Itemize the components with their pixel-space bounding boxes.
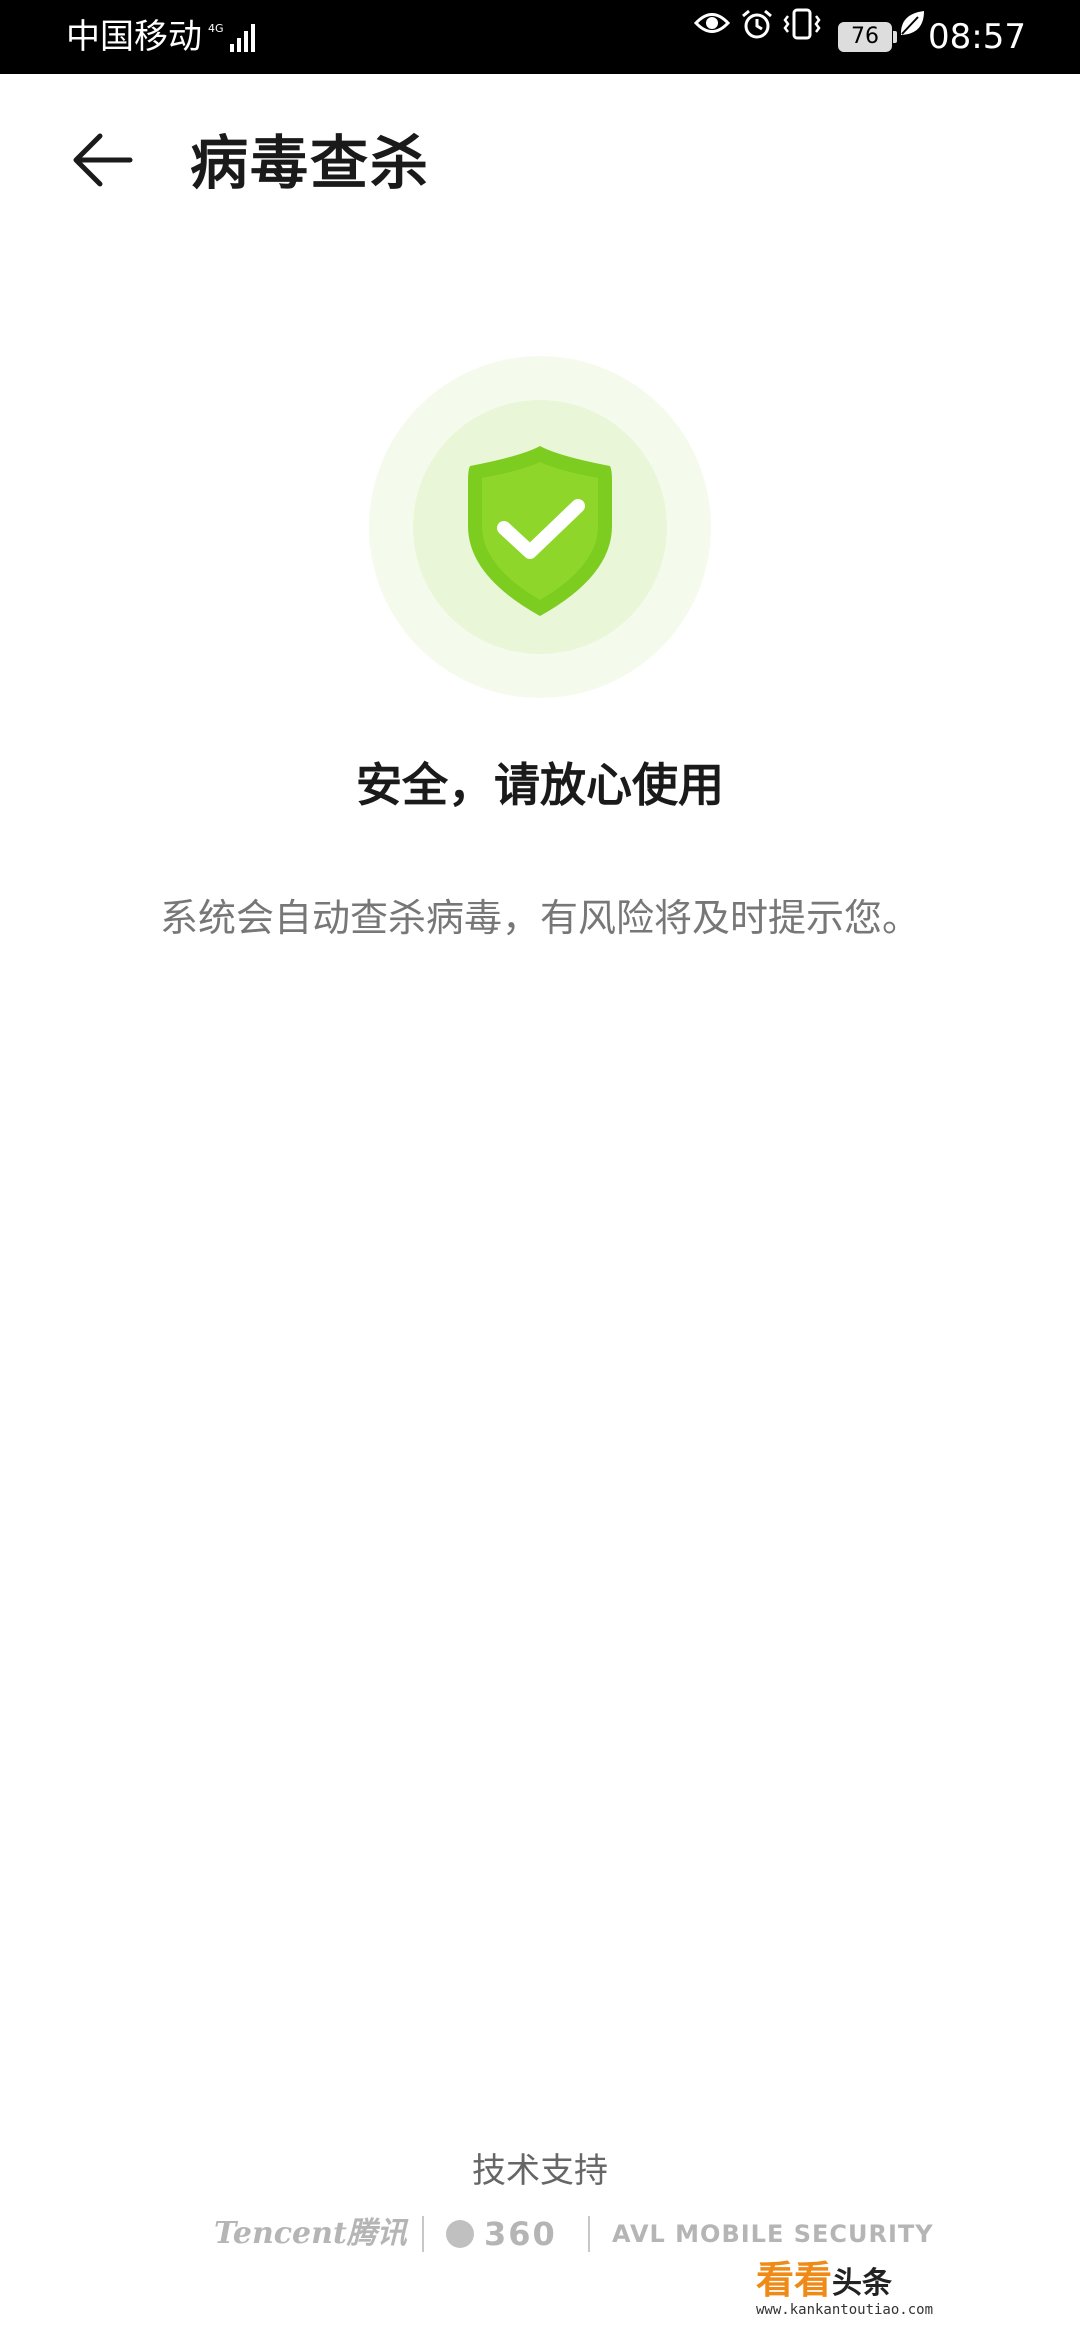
partner-divider	[422, 2216, 424, 2252]
carrier-name: 中国移动	[66, 17, 202, 57]
battery-tip	[893, 31, 897, 43]
partner-divider	[588, 2216, 590, 2252]
arrow-left-icon	[73, 133, 133, 187]
watermark-url: www.kankantoutiao.com	[756, 2302, 934, 2318]
partner-logos: Tencent腾讯 360 AVL MOBILE SECURITY	[0, 2212, 1080, 2256]
status-description: 系统会自动查杀病毒，有风险将及时提示您。	[159, 896, 920, 940]
eye-comfort-icon	[694, 13, 730, 33]
leaf-icon	[900, 11, 924, 35]
logo-360: 360	[484, 2215, 557, 2253]
status-heading: 安全，请放心使用	[356, 758, 724, 812]
shield-check-icon	[468, 446, 612, 616]
watermark-brand-suffix: 头条	[832, 2266, 893, 2301]
logo-360-icon	[446, 2220, 474, 2248]
clock: 08:57	[928, 17, 1026, 57]
alarm-icon	[742, 9, 772, 39]
page-title: 病毒查杀	[190, 129, 431, 197]
back-button[interactable]	[64, 120, 144, 200]
tencent-logo: Tencent腾讯	[214, 2216, 407, 2251]
vibrate-icon	[783, 8, 821, 40]
network-type: 4G	[208, 22, 224, 35]
tech-support-label: 技术支持	[472, 2151, 608, 2191]
signal-icon: 4G	[208, 22, 255, 52]
watermark-brand: 看看	[756, 2258, 833, 2302]
avl-logo: AVL MOBILE SECURITY	[612, 2220, 934, 2248]
battery-icon: 76	[838, 22, 892, 52]
status-bar: 中国移动 4G 76 08:57	[0, 0, 1080, 74]
